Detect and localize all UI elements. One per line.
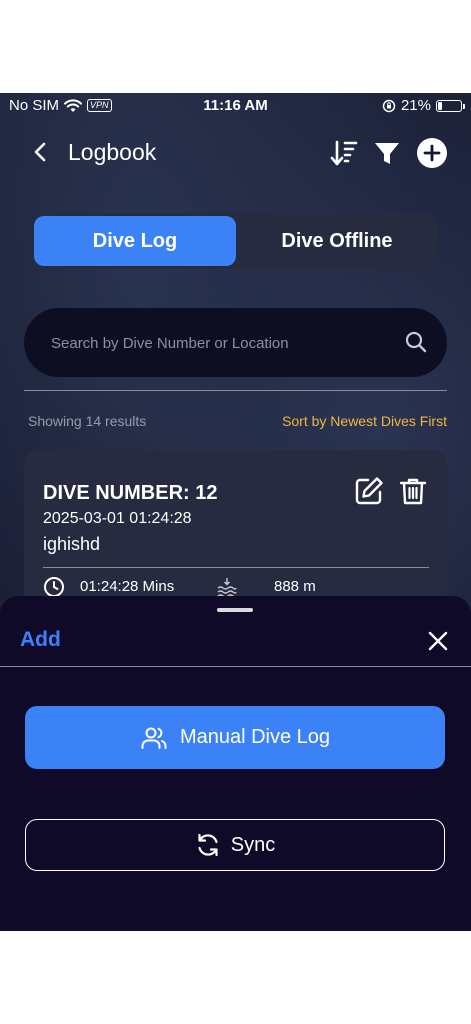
tab-dive-offline[interactable]: Dive Offline bbox=[236, 216, 438, 266]
manual-dive-log-button[interactable]: Manual Dive Log bbox=[25, 706, 445, 769]
users-icon bbox=[141, 727, 167, 749]
add-circle-icon[interactable] bbox=[416, 137, 448, 169]
sheet-drag-handle[interactable] bbox=[217, 608, 253, 612]
orientation-lock-icon bbox=[382, 99, 396, 112]
search-icon[interactable] bbox=[405, 331, 427, 353]
app-header: Logbook bbox=[0, 133, 471, 173]
status-bar: No SIM VPN 11:16 AM 21% bbox=[0, 93, 471, 119]
edit-icon[interactable] bbox=[354, 476, 384, 506]
tab-dive-log[interactable]: Dive Log bbox=[34, 216, 236, 266]
search-divider bbox=[24, 390, 447, 391]
dive-duration: 01:24:28 Mins bbox=[80, 578, 175, 595]
search-input[interactable] bbox=[49, 308, 393, 379]
sync-button[interactable]: Sync bbox=[25, 819, 445, 871]
add-bottom-sheet: Add Manual Dive Log Sync bbox=[0, 596, 471, 931]
clock-icon bbox=[44, 577, 64, 597]
sync-icon bbox=[198, 833, 218, 857]
battery-fill bbox=[438, 101, 442, 110]
dive-number: DIVE NUMBER: 12 bbox=[43, 482, 218, 504]
dive-card[interactable]: DIVE NUMBER: 12 2025-03-01 01:24:28 ighi… bbox=[24, 450, 447, 620]
dive-location: ighishd bbox=[43, 534, 101, 554]
sheet-title: Add bbox=[20, 628, 61, 651]
filter-icon[interactable] bbox=[371, 137, 403, 169]
dive-datetime: 2025-03-01 01:24:28 bbox=[43, 510, 192, 527]
results-count: Showing 14 results bbox=[28, 413, 147, 429]
search-bar bbox=[24, 308, 447, 379]
manual-dive-log-label: Manual Dive Log bbox=[179, 726, 331, 748]
status-right: 21% bbox=[382, 97, 465, 114]
app-screen: No SIM VPN 11:16 AM 21% Logbook Dive Log… bbox=[0, 93, 471, 931]
sheet-divider bbox=[0, 666, 471, 667]
sync-label: Sync bbox=[230, 833, 276, 856]
back-chevron-icon[interactable] bbox=[28, 137, 54, 167]
battery-percent: 21% bbox=[400, 97, 431, 114]
close-icon[interactable] bbox=[426, 629, 450, 653]
depth-icon bbox=[217, 578, 237, 597]
card-divider bbox=[43, 567, 429, 568]
page-title: Logbook bbox=[68, 139, 157, 165]
battery-icon bbox=[436, 99, 465, 112]
sort-icon[interactable] bbox=[328, 137, 360, 169]
trash-icon[interactable] bbox=[398, 476, 428, 506]
dive-depth: 888 m bbox=[274, 578, 316, 595]
tab-bar: Dive Log Dive Offline bbox=[34, 213, 438, 269]
sort-order-link[interactable]: Sort by Newest Dives First bbox=[282, 413, 447, 429]
